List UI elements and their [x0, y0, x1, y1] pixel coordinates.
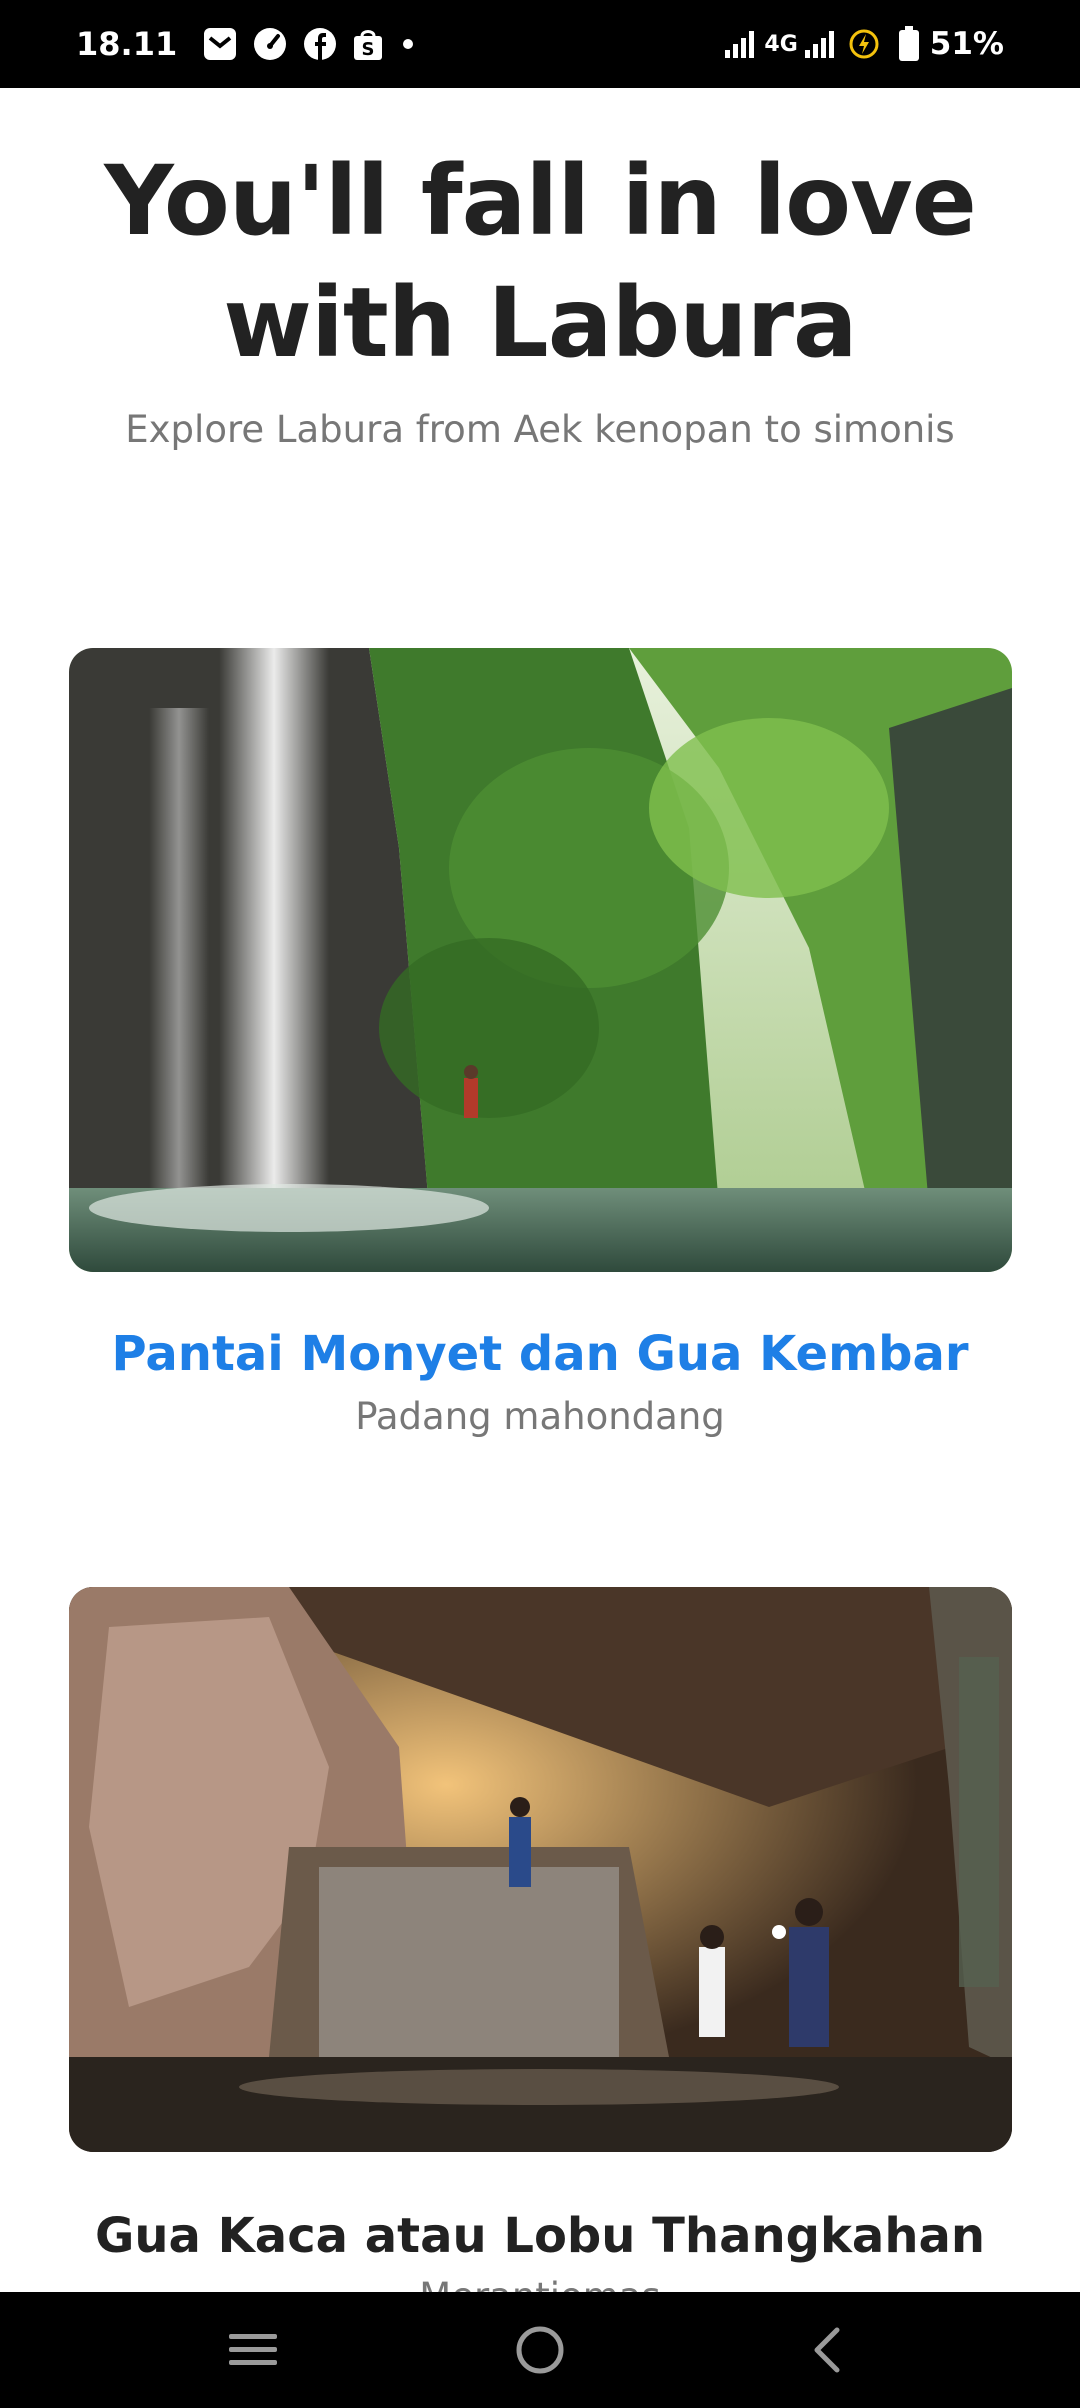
facebook-icon: [303, 27, 337, 61]
speed-icon: [253, 27, 287, 61]
gmail-icon: [203, 27, 237, 61]
place-location: Padang mahondang: [355, 1395, 725, 1438]
status-bar-right: 4G 51%: [724, 26, 1004, 62]
page-subtitle: Explore Labura from Aek kenopan to simon…: [125, 408, 955, 451]
home-icon[interactable]: [480, 2292, 600, 2408]
recent-apps-icon[interactable]: [193, 2292, 313, 2408]
place-title[interactable]: Pantai Monyet dan Gua Kembar: [60, 1322, 1020, 1386]
screen: 18.11 S 4G 51% You'll fall in love with …: [0, 0, 1080, 2408]
signal-icon: [724, 30, 755, 58]
svg-text:S: S: [362, 39, 375, 60]
more-notifications-dot: [403, 39, 414, 49]
shopee-icon: S: [353, 27, 383, 61]
charging-icon: [848, 28, 880, 60]
status-bar-left: 18.11 S: [76, 25, 414, 63]
battery-percentage: 51%: [929, 26, 1004, 62]
back-icon[interactable]: [767, 2292, 887, 2408]
signal-icon: [804, 30, 834, 58]
place-image-waterfall[interactable]: [69, 648, 1012, 1272]
status-time: 18.11: [76, 25, 178, 63]
battery-icon: [898, 26, 920, 62]
place-title[interactable]: Gua Kaca atau Lobu Thangkahan: [60, 2204, 1020, 2268]
page-title: You'll fall in love with Labura: [104, 145, 977, 379]
place-image-cave[interactable]: [69, 1587, 1012, 2152]
system-navigation-bar: [0, 2292, 1080, 2408]
network-type: 4G: [764, 31, 798, 57]
status-bar: 18.11 S 4G 51%: [0, 0, 1080, 88]
